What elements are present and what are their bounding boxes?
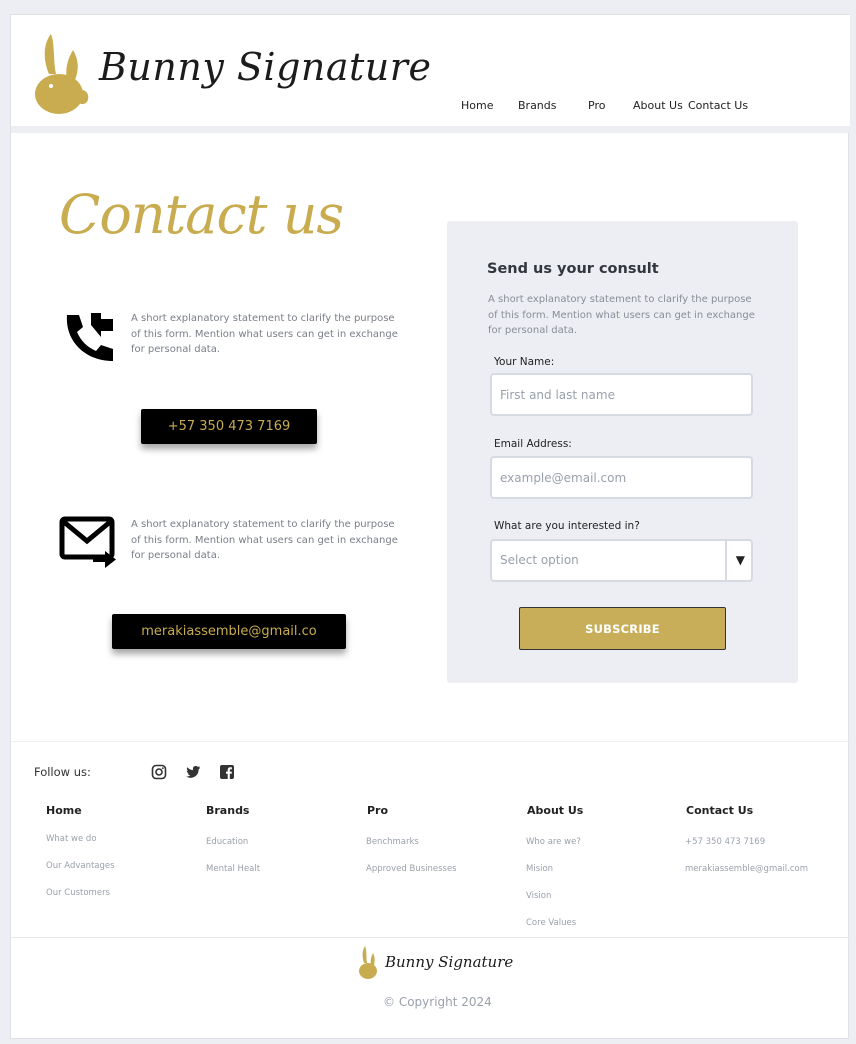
site-header: Bunny Signature Home Brands Pro About Us… [11,15,850,126]
nav-about-us[interactable]: About Us [633,99,683,112]
name-input[interactable] [492,375,751,414]
name-label: Your Name: [494,356,555,368]
footer-link[interactable]: What we do [46,834,97,844]
dropdown-arrow-icon[interactable]: ▼ [736,553,745,567]
email-description: A short explanatory statement to clarify… [131,519,398,561]
footer-heading-pro[interactable]: Pro [367,804,388,817]
consult-form-panel: Send us your consult A short explanatory… [447,221,798,683]
subscribe-button[interactable]: SUBSCRIBE [519,607,726,650]
nav-pro[interactable]: Pro [588,99,605,112]
name-field-box [490,373,753,416]
footer-bottom-divider [11,937,850,938]
nav-brands[interactable]: Brands [518,99,557,112]
email-field-box [490,456,753,499]
footer-heading-contact-us[interactable]: Contact Us [686,804,753,817]
twitter-icon[interactable] [185,764,201,780]
phone-description: A short explanatory statement to clarify… [131,313,398,355]
nav-home[interactable]: Home [461,99,493,112]
email-input[interactable] [492,458,751,497]
footer-heading-home[interactable]: Home [46,804,82,817]
footer-link[interactable]: Approved Businesses [366,864,457,874]
email-button[interactable]: merakiassemble@gmail.co [112,614,346,649]
footer-link[interactable]: Who are we? [526,837,581,847]
footer-divider [11,741,850,742]
footer-logo-text[interactable]: Bunny Signature [385,953,513,971]
footer-heading-brands[interactable]: Brands [206,804,249,817]
footer-link[interactable]: Vision [526,891,551,901]
brand-logo-text[interactable]: Bunny Signature [99,45,431,89]
footer-link[interactable]: Mental Healt [206,864,260,874]
copyright-text: © Copyright 2024 [383,995,492,1009]
follow-label: Follow us: [34,765,91,779]
facebook-icon[interactable] [219,764,235,780]
bunny-logo-icon[interactable] [29,30,95,114]
footer-link[interactable]: merakiassemble@gmail.com [685,864,808,874]
footer-link[interactable]: Mision [526,864,553,874]
page-title: Contact us [59,183,344,246]
footer-link[interactable]: Benchmarks [366,837,419,847]
footer-link[interactable]: +57 350 473 7169 [685,837,765,847]
form-description: A short explanatory statement to clarify… [488,294,755,336]
email-label: Email Address: [494,438,572,450]
interest-select[interactable]: Select option ▼ [490,539,753,582]
footer-link[interactable]: Core Values [526,918,576,928]
form-title: Send us your consult [487,261,659,277]
footer-bunny-logo-icon[interactable] [357,945,381,979]
footer-link[interactable]: Our Customers [46,888,110,898]
footer-link[interactable]: Education [206,837,248,847]
phone-button[interactable]: +57 350 473 7169 [141,409,317,444]
interest-select-value: Select option [500,553,579,567]
nav-contact-us[interactable]: Contact Us [688,99,748,112]
header-separator [11,126,850,133]
select-divider [725,541,727,580]
footer-link[interactable]: Our Advantages [46,861,115,871]
page-frame: Bunny Signature Home Brands Pro About Us… [10,14,850,1039]
instagram-icon[interactable] [151,764,167,780]
phone-forward-icon [66,313,113,361]
footer-heading-about-us[interactable]: About Us [527,804,583,817]
email-forward-icon [59,516,116,568]
interest-label: What are you interested in? [494,520,640,532]
